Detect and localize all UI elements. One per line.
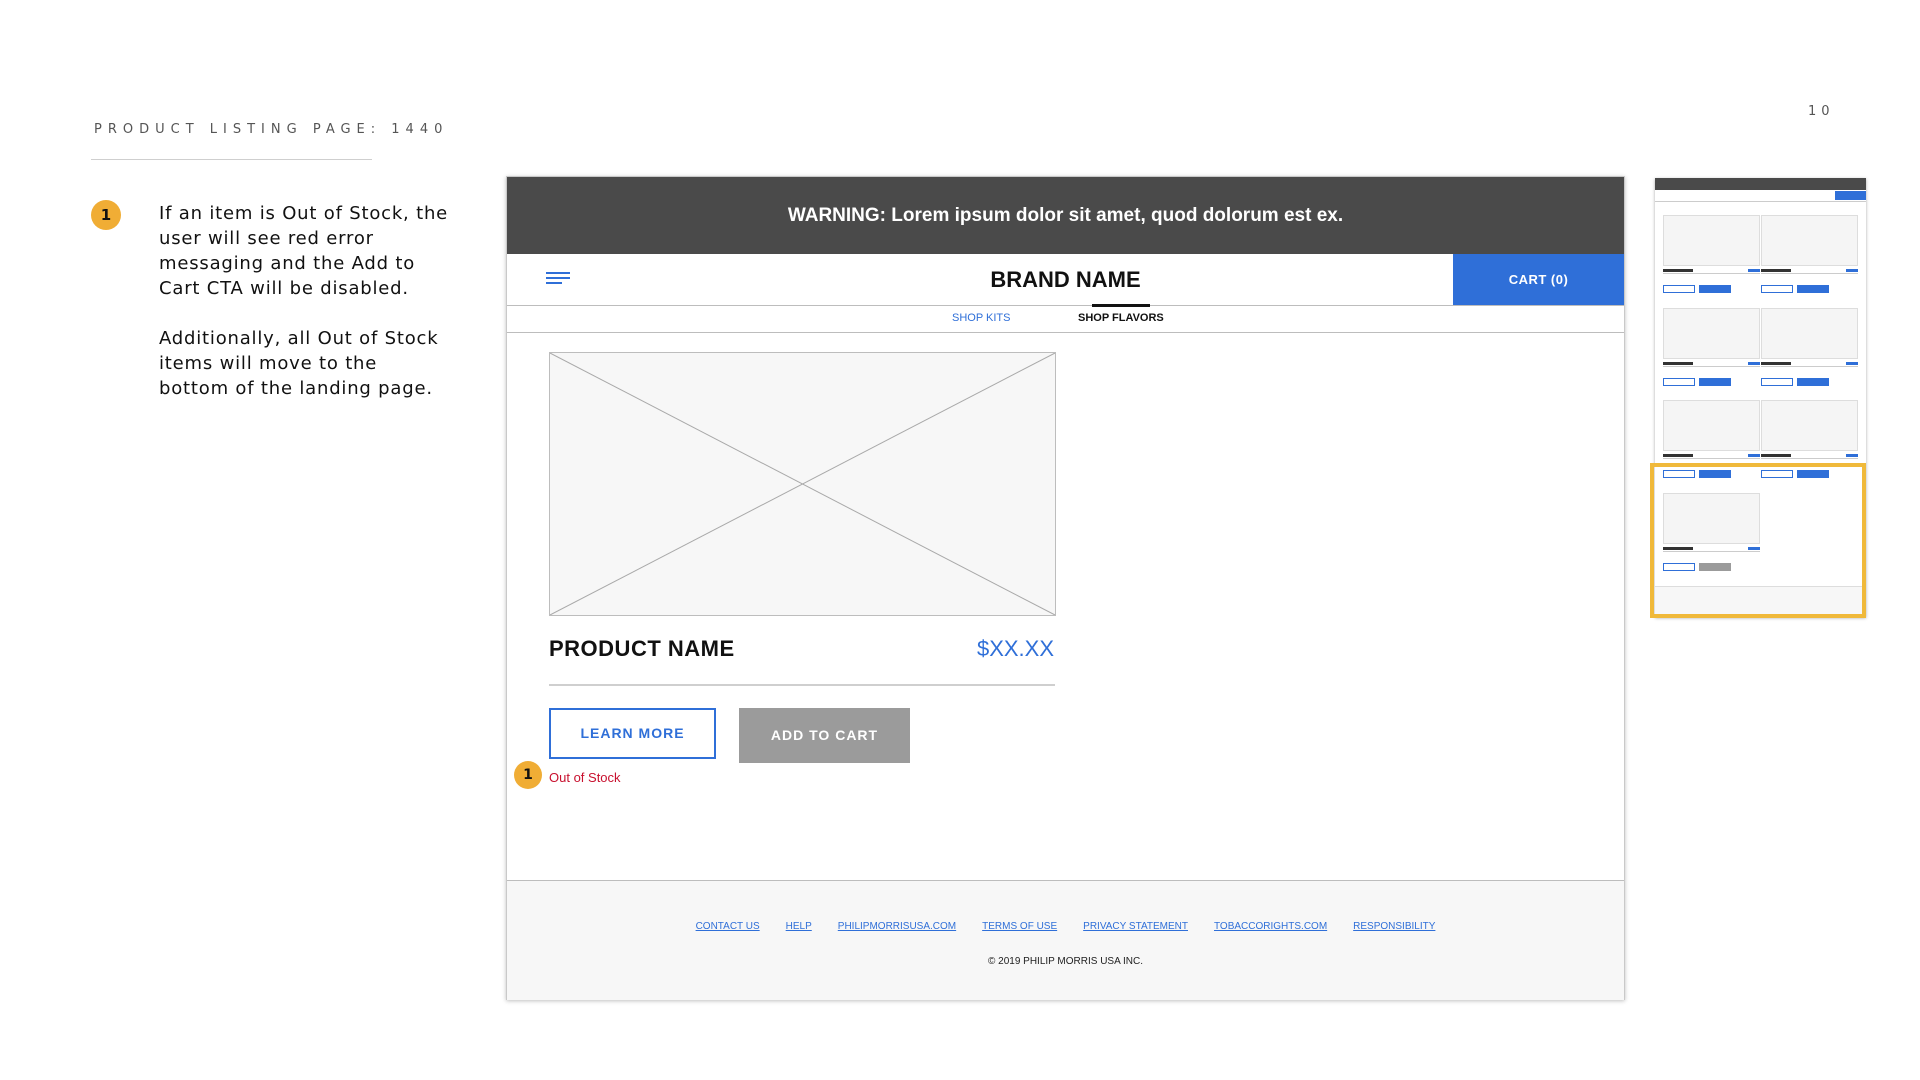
warning-banner: WARNING: Lorem ipsum dolor sit amet, quo…: [507, 177, 1624, 254]
footer-link-help[interactable]: HELP: [786, 921, 812, 932]
annotation-note: If an item is Out of Stock, the user wil…: [159, 201, 449, 426]
annotation-paragraph-2: Additionally, all Out of Stock items wil…: [159, 328, 439, 399]
site-header: BRAND NAME CART (0): [507, 254, 1624, 306]
product-image-placeholder: [549, 352, 1056, 616]
thumbnail-warning-bar: [1655, 178, 1866, 190]
image-placeholder-icon: [550, 353, 1055, 615]
add-to-cart-button-disabled[interactable]: ADD TO CART: [739, 708, 910, 763]
page-wireframe: WARNING: Lorem ipsum dolor sit amet, quo…: [506, 176, 1625, 1000]
site-footer: CONTACT US HELP PHILIPMORRISUSA.COM TERMS O…: [507, 880, 1624, 1000]
thumbnail-cart: [1835, 191, 1866, 200]
hamburger-menu-icon[interactable]: [546, 272, 570, 288]
title-divider: [91, 159, 372, 160]
footer-links: CONTACT US HELP PHILIPMORRISUSA.COM TERMS O…: [507, 921, 1624, 932]
copyright: © 2019 PHILIP MORRIS USA INC.: [987, 956, 1143, 967]
cart-button[interactable]: CART (0): [1453, 254, 1624, 305]
annotation-badge: 1: [91, 200, 121, 230]
annotation-paragraph-1: If an item is Out of Stock, the user wil…: [159, 203, 449, 299]
page-number: 10: [1808, 104, 1835, 119]
footer-link-contact-us[interactable]: CONTACT US: [696, 921, 760, 932]
footer-link-privacy[interactable]: PRIVACY STATEMENT: [1083, 921, 1188, 932]
out-of-stock-message: Out of Stock: [549, 770, 621, 785]
product-divider: [549, 684, 1055, 686]
slide-title: PRODUCT LISTING PAGE: 1440: [94, 122, 449, 137]
annotation-badge: 1: [514, 761, 542, 789]
thumbnail-product-card: [1761, 308, 1858, 396]
product-price: $XX.XX: [976, 636, 1054, 661]
tab-shop-kits[interactable]: SHOP KITS: [952, 306, 1010, 332]
thumbnail-product-card: [1761, 215, 1858, 303]
thumbnail-nav-line: [1655, 201, 1866, 202]
footer-link-philipmorrisusa[interactable]: PHILIPMORRISUSA.COM: [838, 921, 956, 932]
footer-link-responsibility[interactable]: RESPONSIBILITY: [1353, 921, 1435, 932]
thumbnail-highlight-frame: [1650, 463, 1866, 618]
sub-navigation: SHOP KITS SHOP FLAVORS: [507, 304, 1624, 333]
product-name: PRODUCT NAME: [549, 636, 735, 661]
thumbnail-product-card: [1663, 215, 1760, 303]
footer-link-tobaccorights[interactable]: TOBACCORIGHTS.COM: [1214, 921, 1327, 932]
thumbnail-product-card: [1663, 308, 1760, 396]
footer-link-terms[interactable]: TERMS OF USE: [982, 921, 1057, 932]
learn-more-button[interactable]: LEARN MORE: [549, 708, 716, 759]
tab-shop-flavors[interactable]: SHOP FLAVORS: [1078, 304, 1164, 332]
